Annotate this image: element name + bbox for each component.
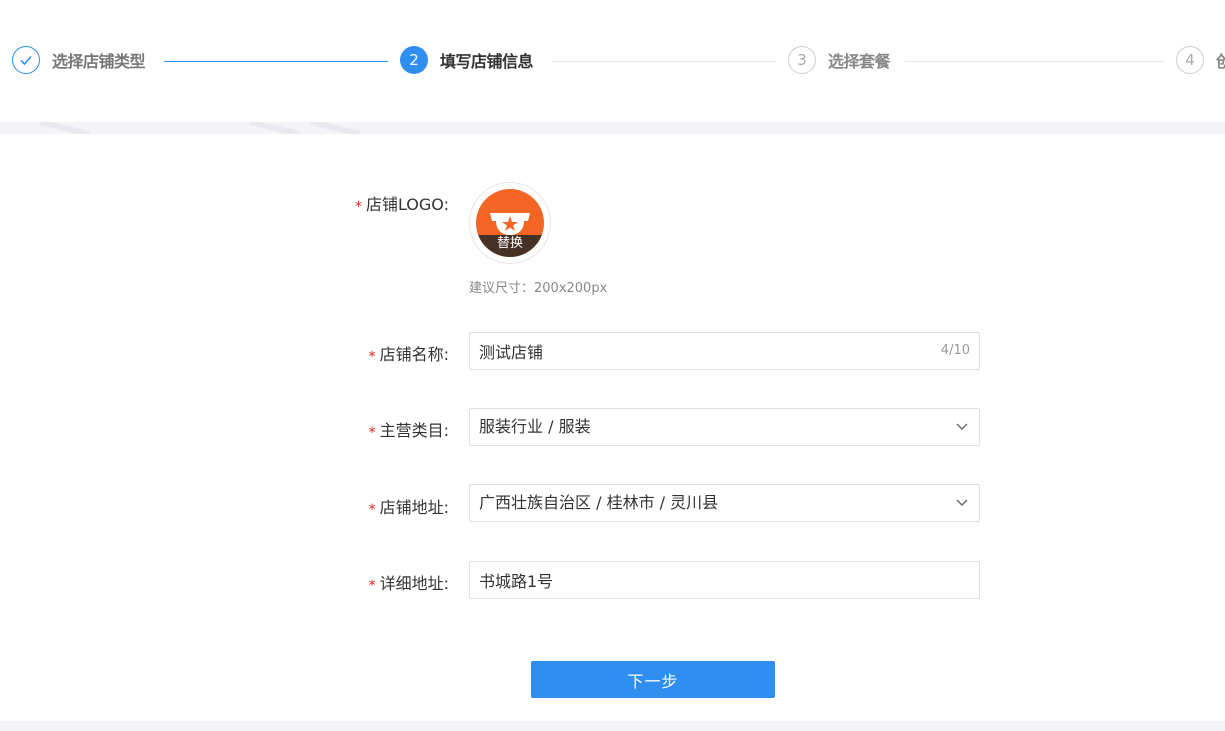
divider-band	[0, 122, 1225, 134]
logo-label: * 店铺LOGO:	[354, 195, 449, 215]
step-connector-1	[164, 61, 388, 62]
address-select[interactable]: 广西壮族自治区 / 桂林市 / 灵川县	[469, 484, 980, 522]
footer-band	[0, 721, 1225, 731]
step-1-title: 选择店铺类型	[52, 52, 146, 71]
step-2-title: 填写店铺信息	[440, 52, 534, 71]
replace-logo-button[interactable]: 替换	[476, 235, 544, 257]
step-3: 3 选择套餐	[788, 44, 891, 76]
address-value: 广西壮族自治区 / 桂林市 / 灵川县	[479, 493, 719, 512]
required-mark: *	[368, 425, 376, 441]
next-step-button[interactable]: 下一步	[531, 661, 775, 698]
steps-bar: 选择店铺类型 2 填写店铺信息 3 选择套餐 4 创	[0, 0, 1225, 122]
step-4-number: 4	[1176, 46, 1204, 74]
step-3-number: 3	[788, 46, 816, 74]
required-mark: *	[368, 578, 376, 594]
step-4-title: 创	[1216, 52, 1225, 71]
detail-address-input[interactable]	[470, 562, 979, 598]
check-icon	[12, 46, 40, 74]
shop-name-field[interactable]: 4/10	[469, 332, 980, 370]
required-mark: *	[368, 349, 376, 365]
shop-logo-image: 替换	[476, 189, 544, 257]
step-3-title: 选择套餐	[828, 52, 891, 71]
shop-name-counter: 4/10	[940, 343, 970, 358]
logo-size-hint: 建议尺寸：200x200px	[469, 281, 608, 296]
category-value: 服装行业 / 服装	[479, 417, 591, 436]
chevron-down-icon	[956, 423, 968, 430]
step-2-number: 2	[400, 46, 428, 74]
step-2: 2 填写店铺信息	[400, 44, 534, 76]
category-select[interactable]: 服装行业 / 服装	[469, 408, 980, 446]
logo-upload[interactable]: 替换	[469, 182, 551, 264]
step-1: 选择店铺类型	[12, 44, 146, 76]
detail-address-label: * 详细地址:	[368, 574, 449, 594]
step-connector-2	[552, 61, 776, 62]
shop-name-input[interactable]	[470, 333, 979, 369]
category-label: * 主营类目:	[368, 421, 449, 441]
required-mark: *	[354, 199, 362, 215]
step-4: 4 创	[1176, 44, 1225, 76]
required-mark: *	[368, 502, 376, 518]
shop-name-label: * 店铺名称:	[368, 345, 449, 365]
address-label: * 店铺地址:	[368, 498, 449, 518]
chevron-down-icon	[956, 499, 968, 506]
step-connector-3	[905, 61, 1164, 62]
detail-address-field[interactable]	[469, 561, 980, 599]
